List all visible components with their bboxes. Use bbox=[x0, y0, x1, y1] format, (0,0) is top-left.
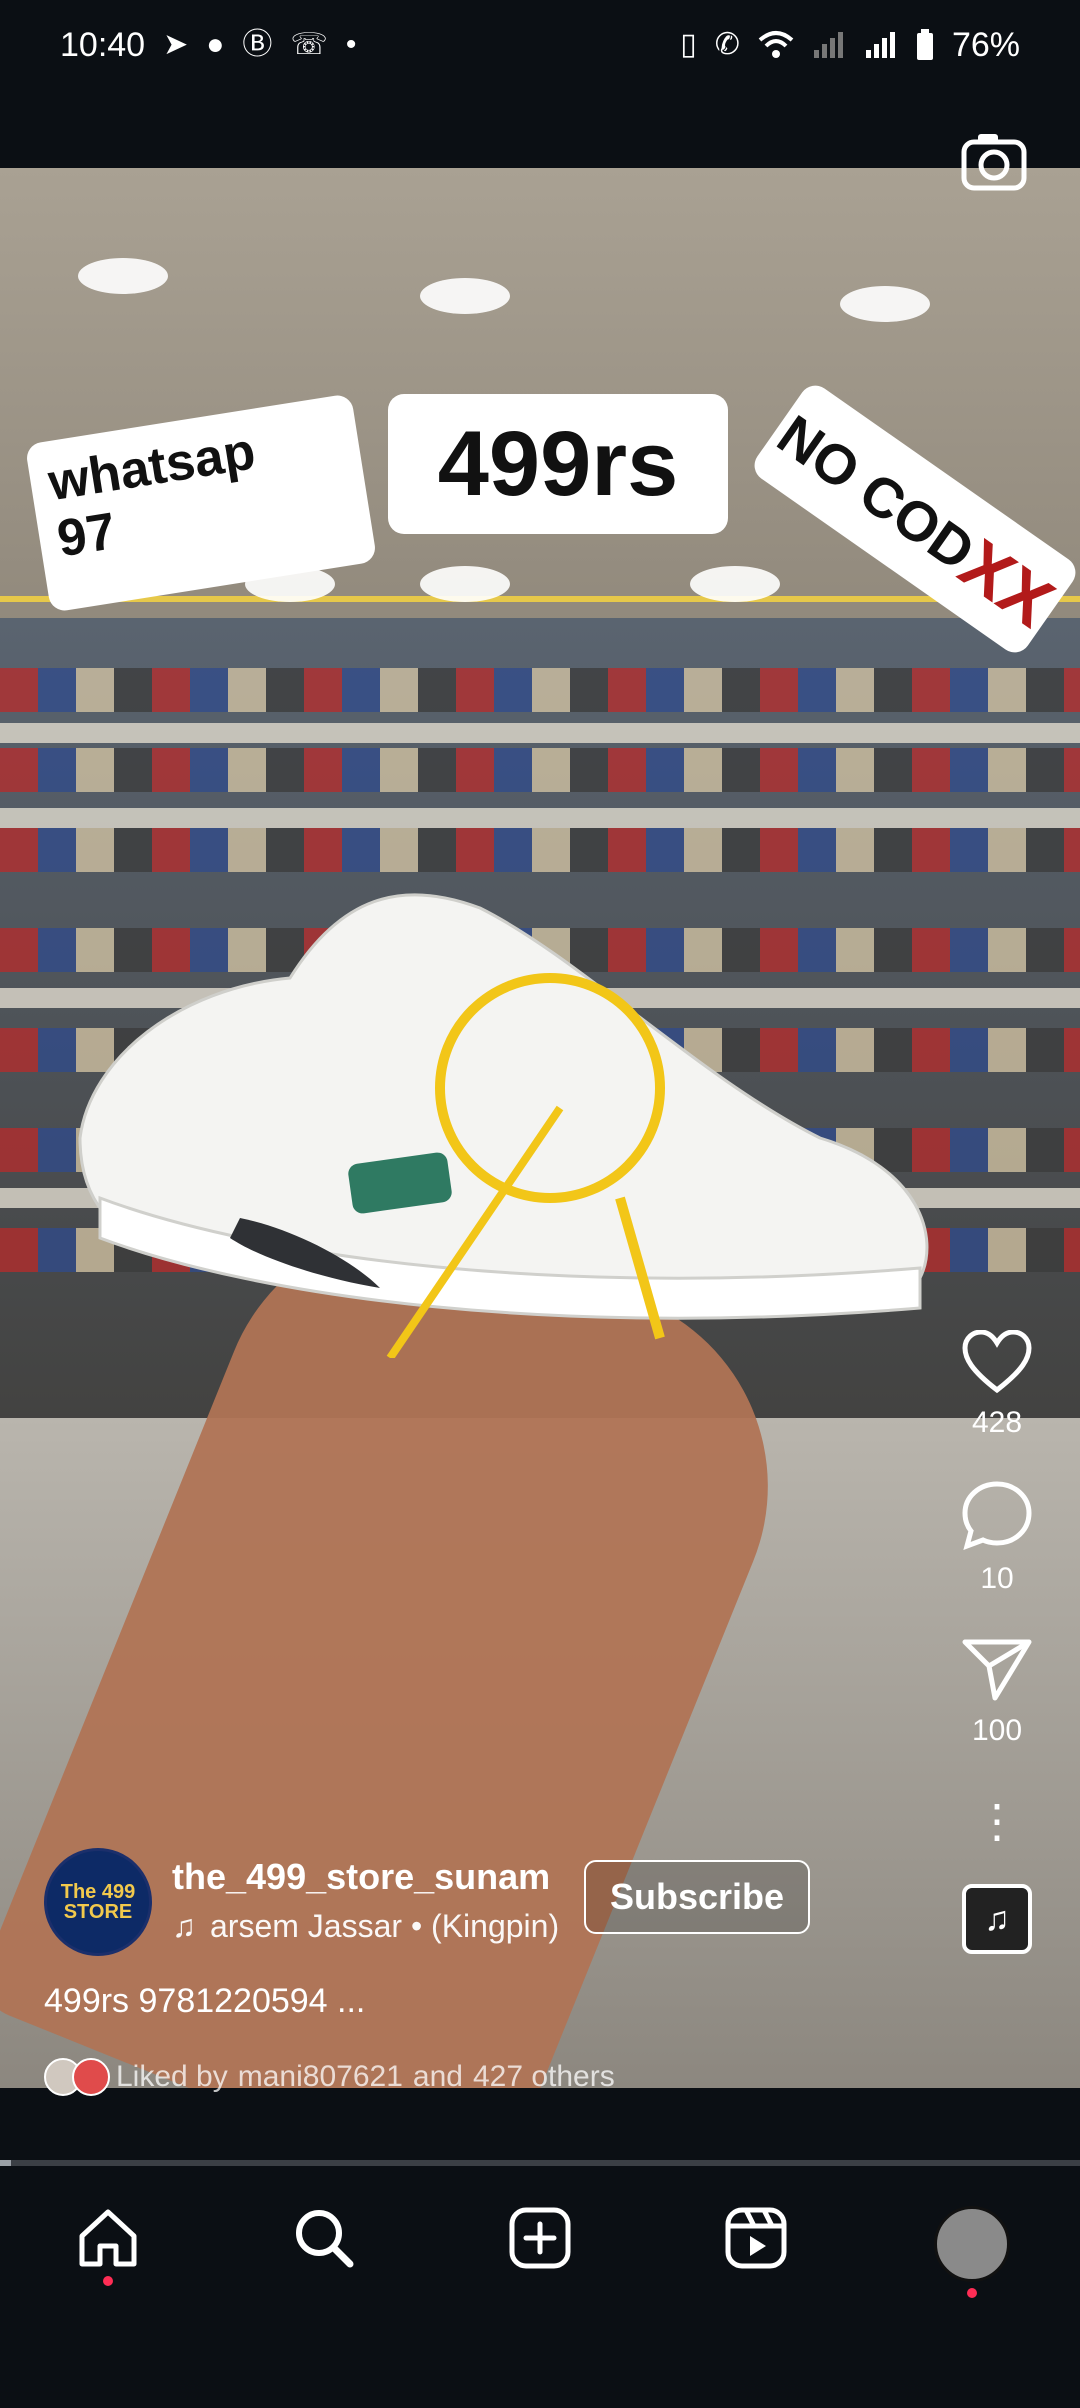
notification-dot bbox=[967, 2288, 977, 2298]
caption[interactable]: 499rs 9781220594 ... bbox=[44, 1982, 365, 2021]
nav-profile[interactable] bbox=[912, 2206, 1032, 2326]
camera-icon[interactable] bbox=[960, 128, 1028, 196]
audio-text: arsem Jassar • (Kingpin) bbox=[210, 1908, 560, 1944]
music-note-icon: ♫ bbox=[984, 1899, 1010, 1938]
reels-icon[interactable] bbox=[724, 2206, 788, 2270]
heart-icon[interactable] bbox=[961, 1330, 1033, 1394]
search-icon[interactable] bbox=[292, 2206, 356, 2270]
share-count: 100 bbox=[971, 1714, 1023, 1747]
comment-icon[interactable] bbox=[961, 1480, 1033, 1550]
whatsapp-sticker-text: whatsap 97 bbox=[44, 422, 260, 569]
signal-icon bbox=[813, 32, 843, 58]
ceiling-light bbox=[690, 566, 780, 602]
bottom-nav bbox=[0, 2166, 1080, 2408]
vibrate-icon: ▯ bbox=[680, 28, 697, 61]
shelf bbox=[0, 808, 1080, 828]
reel-video[interactable]: whatsap 97 499rs NO COD XX bbox=[0, 168, 1080, 2088]
more-options-icon[interactable]: ⋮ bbox=[974, 1798, 1020, 1844]
creator-avatar[interactable]: The 499 STORE bbox=[44, 1848, 152, 1956]
liked-prefix: Liked by bbox=[116, 2060, 228, 2093]
volte-call-icon: ✆ bbox=[714, 28, 740, 61]
dot-icon: • bbox=[345, 28, 357, 61]
audio-thumbnail[interactable]: ♫ bbox=[962, 1884, 1032, 1954]
avatar bbox=[72, 2058, 110, 2096]
comment-count: 10 bbox=[980, 1562, 1014, 1595]
wifi-icon bbox=[758, 31, 794, 58]
whatsapp-icon: ☏ bbox=[290, 28, 328, 61]
price-sticker: 499rs bbox=[388, 394, 728, 534]
profile-avatar[interactable] bbox=[934, 2206, 1010, 2282]
like-action[interactable]: 428 bbox=[961, 1330, 1033, 1440]
nav-search[interactable] bbox=[264, 2206, 384, 2326]
ceiling-light bbox=[420, 566, 510, 602]
nav-create[interactable] bbox=[480, 2206, 600, 2326]
beeper-icon: Ⓑ bbox=[242, 28, 273, 61]
battery-icon bbox=[916, 29, 933, 60]
shelf-boxes bbox=[0, 748, 1080, 792]
add-icon[interactable] bbox=[508, 2206, 572, 2270]
share-action[interactable]: 100 bbox=[961, 1636, 1033, 1748]
clock: 10:40 bbox=[60, 25, 146, 64]
liked-others[interactable]: 427 others bbox=[473, 2060, 615, 2094]
telegram-icon: ➤ bbox=[163, 28, 189, 61]
shelf-boxes bbox=[0, 668, 1080, 712]
shelf bbox=[0, 723, 1080, 743]
send-icon[interactable] bbox=[961, 1636, 1033, 1702]
sneaker bbox=[78, 893, 929, 1358]
music-note-icon: ♫ bbox=[172, 1908, 196, 1944]
liked-user[interactable]: mani807621 bbox=[238, 2060, 403, 2094]
notification-dot bbox=[103, 2276, 113, 2286]
ceiling-light bbox=[420, 278, 510, 314]
nav-home[interactable] bbox=[48, 2206, 168, 2326]
nav-reels[interactable] bbox=[696, 2206, 816, 2326]
avatar-logo-text: The 499 STORE bbox=[60, 1881, 136, 1923]
ceiling-light bbox=[78, 258, 168, 294]
status-left: 10:40 ➤ ● Ⓑ ☏ • bbox=[60, 26, 356, 65]
price-sticker-text: 499rs bbox=[437, 412, 679, 515]
messenger-icon: ● bbox=[206, 28, 225, 61]
status-bar: 10:40 ➤ ● Ⓑ ☏ • ▯ ✆ 76% bbox=[0, 0, 1080, 90]
ceiling-light bbox=[840, 286, 930, 322]
ceiling-rim bbox=[0, 596, 1080, 602]
liked-by[interactable]: Liked by mani807621 and 427 others bbox=[44, 2058, 615, 2096]
status-right: ▯ ✆ 76% bbox=[680, 26, 1020, 65]
comment-action[interactable]: 10 bbox=[961, 1480, 1033, 1596]
audio-info[interactable]: ♫ arsem Jassar • (Kingpin) bbox=[172, 1908, 559, 1945]
battery-level: 76% bbox=[951, 25, 1020, 64]
creator-username[interactable]: the_499_store_sunam bbox=[172, 1856, 550, 1898]
side-actions: 428 10 100 ⋮ ♫ bbox=[952, 1330, 1042, 1954]
liked-connector: and bbox=[412, 2060, 463, 2093]
like-count: 428 bbox=[971, 1406, 1023, 1439]
liked-avatars bbox=[44, 2058, 110, 2096]
subscribe-button[interactable]: Subscribe bbox=[584, 1860, 810, 1934]
signal-icon bbox=[865, 32, 895, 58]
home-icon[interactable] bbox=[76, 2206, 140, 2270]
